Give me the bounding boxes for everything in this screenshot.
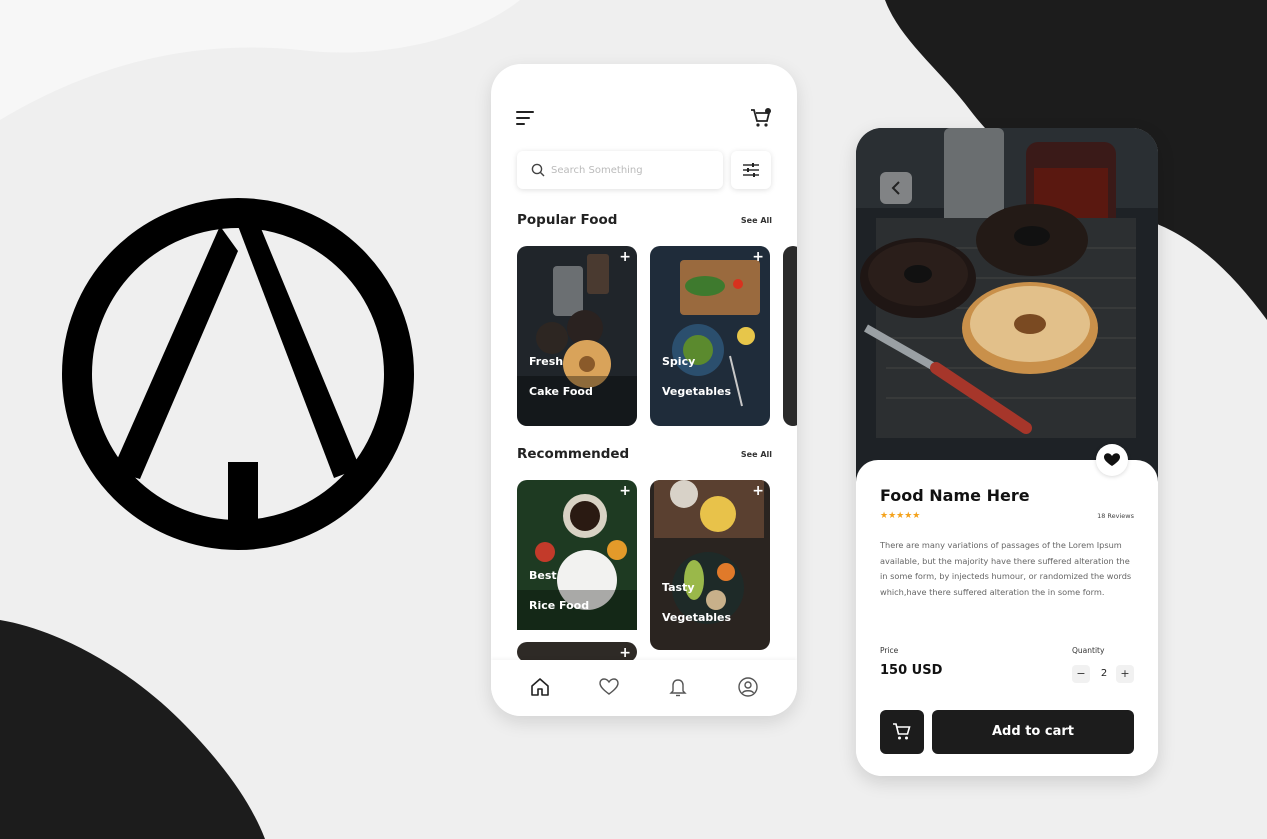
home-icon[interactable] [529,676,551,698]
price-label: Price [880,646,899,655]
search-icon [531,163,545,177]
profile-icon[interactable] [737,676,759,698]
food-card-tasty-vegetables[interactable]: + Tasty Vegetables [650,480,770,650]
rating-stars: ★★★★★ [880,511,921,521]
add-icon[interactable]: + [752,484,764,498]
food-image-partial [783,246,797,426]
filter-button[interactable] [731,151,771,189]
favorite-button[interactable] [1096,444,1128,476]
hamburger-menu-icon[interactable] [516,110,534,126]
cart-icon [893,723,911,740]
add-icon[interactable]: + [619,250,631,264]
add-to-cart-button[interactable]: Add to cart [932,710,1134,754]
quantity-decrease-button[interactable]: − [1072,665,1090,683]
price-value: 150 USD [880,663,943,678]
food-card-partial-bottom[interactable]: + [517,642,637,662]
heart-icon[interactable] [598,676,620,698]
filter-sliders-icon [743,163,759,177]
popular-food-title: Popular Food [517,212,618,228]
search-input[interactable] [551,160,711,180]
recommended-title: Recommended [517,446,630,462]
card-label: Spicy Vegetables [662,355,732,398]
food-name: Food Name Here [880,486,1030,505]
add-icon[interactable]: + [619,646,631,660]
food-detail-phone: Food Name Here ★★★★★ 18 Reviews There ar… [856,128,1158,776]
card-label: Best Rice Food [529,569,590,612]
popular-see-all-link[interactable]: See All [741,216,772,225]
search-bar[interactable] [517,151,723,189]
food-card-fresh-cake[interactable]: + Fresh Cake Food [517,246,637,426]
food-card-spicy-vegetables[interactable]: + Spicy Vegetables [650,246,770,426]
chevron-left-icon [891,181,900,195]
bell-icon[interactable] [667,676,689,698]
quantity-label: Quantity [1072,646,1105,655]
food-card-best-rice[interactable]: + Best Rice Food [517,480,637,660]
quantity-value: 2 [1100,668,1108,679]
card-label: Tasty Vegetables [662,581,732,624]
cart-icon[interactable] [750,108,772,128]
cart-button[interactable] [880,710,924,754]
food-description: There are many variations of passages of… [880,540,1132,597]
food-card-partial[interactable] [783,246,797,426]
brand-logo [62,198,414,550]
home-screen-phone: Popular Food See All + Fresh Cake Food [491,64,797,716]
heart-icon [1104,453,1120,466]
card-label: Fresh Cake Food [529,355,593,398]
recommended-see-all-link[interactable]: See All [741,450,772,459]
add-icon[interactable]: + [619,484,631,498]
review-count: 18 Reviews [1097,512,1134,520]
add-icon[interactable]: + [752,250,764,264]
back-button[interactable] [880,172,912,204]
bottom-nav [491,660,797,716]
quantity-increase-button[interactable]: + [1116,665,1134,683]
